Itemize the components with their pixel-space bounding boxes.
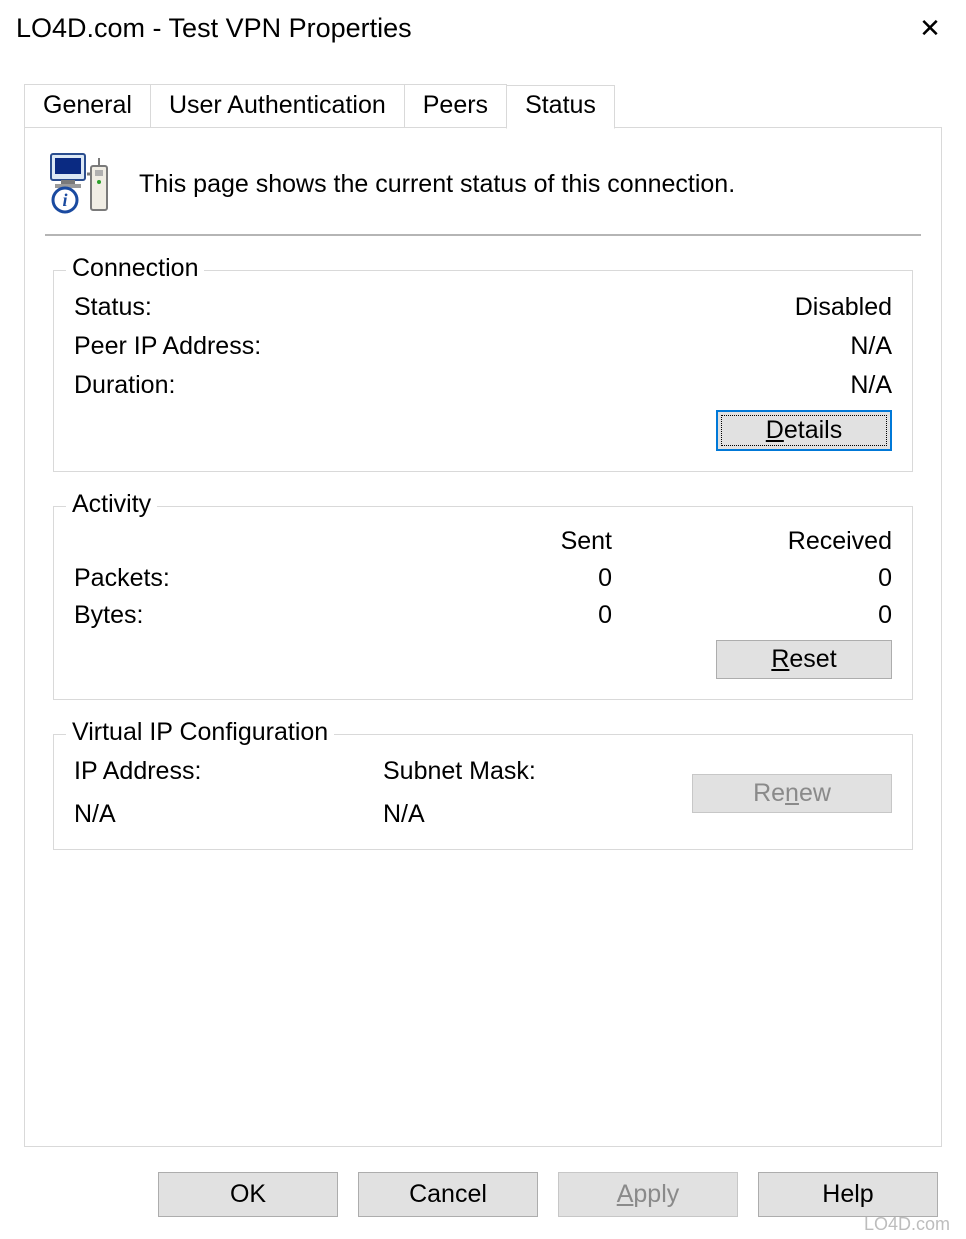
intro-text: This page shows the current status of th… [139, 170, 735, 199]
cancel-button[interactable]: Cancel [358, 1172, 538, 1217]
reset-button-rest: eset [789, 645, 836, 673]
svg-text:i: i [62, 190, 67, 210]
packets-label: Packets: [74, 564, 412, 593]
action-bar: OK Cancel Apply Help [0, 1172, 966, 1217]
help-button[interactable]: Help [758, 1172, 938, 1217]
group-connection: Connection Status: Disabled Peer IP Addr… [53, 270, 913, 472]
activity-empty-header [74, 527, 412, 556]
peer-ip-value: N/A [850, 332, 892, 361]
reset-button-accesskey: R [771, 645, 789, 673]
tab-user-authentication[interactable]: User Authentication [150, 84, 405, 128]
packets-sent: 0 [412, 564, 612, 593]
intro-row: i This page shows the current status of … [45, 148, 921, 234]
divider [45, 234, 921, 236]
client-area: General User Authentication Peers Status… [0, 56, 966, 1159]
details-button-rest: etails [784, 416, 842, 444]
group-connection-label: Connection [66, 254, 204, 283]
packets-received: 0 [612, 564, 892, 593]
apply-button-accesskey: A [617, 1180, 634, 1208]
apply-button: Apply [558, 1172, 738, 1217]
details-button[interactable]: Details [716, 410, 892, 451]
tab-general[interactable]: General [24, 84, 151, 128]
tab-strip: General User Authentication Peers Status [24, 84, 942, 128]
tab-peers[interactable]: Peers [404, 84, 507, 128]
received-header: Received [612, 527, 892, 556]
tab-status[interactable]: Status [506, 85, 615, 129]
sent-header: Sent [412, 527, 612, 556]
close-icon[interactable]: ✕ [910, 13, 950, 44]
group-virtual-ip-label: Virtual IP Configuration [66, 718, 334, 747]
connection-status-icon: i [49, 152, 113, 216]
titlebar: LO4D.com - Test VPN Properties ✕ [0, 0, 966, 56]
group-virtual-ip: Virtual IP Configuration IP Address: N/A… [53, 734, 913, 850]
window-title: LO4D.com - Test VPN Properties [16, 13, 910, 44]
renew-button-pre: Re [753, 779, 785, 807]
subnet-mask-label: Subnet Mask: [383, 757, 692, 786]
status-value: Disabled [795, 293, 892, 322]
renew-button: Renew [692, 774, 892, 813]
bytes-received: 0 [612, 601, 892, 630]
ip-address-label: IP Address: [74, 757, 383, 786]
ip-address-value: N/A [74, 800, 383, 829]
details-button-accesskey: D [766, 416, 784, 444]
renew-button-post: ew [799, 779, 831, 807]
peer-ip-label: Peer IP Address: [74, 332, 261, 361]
ok-button[interactable]: OK [158, 1172, 338, 1217]
tab-panel-status: i This page shows the current status of … [24, 127, 942, 1147]
group-activity-label: Activity [66, 490, 157, 519]
duration-value: N/A [850, 371, 892, 400]
apply-button-rest: pply [633, 1180, 679, 1208]
group-activity: Activity Sent Received Packets: 0 0 Byte… [53, 506, 913, 700]
subnet-mask-value: N/A [383, 800, 692, 829]
status-label: Status: [74, 293, 152, 322]
duration-label: Duration: [74, 371, 175, 400]
bytes-label: Bytes: [74, 601, 412, 630]
reset-button[interactable]: Reset [716, 640, 892, 679]
window: LO4D.com - Test VPN Properties ✕ General… [0, 0, 966, 1239]
renew-button-accesskey: n [785, 779, 799, 807]
bytes-sent: 0 [412, 601, 612, 630]
watermark: LO4D.com [864, 1214, 950, 1235]
